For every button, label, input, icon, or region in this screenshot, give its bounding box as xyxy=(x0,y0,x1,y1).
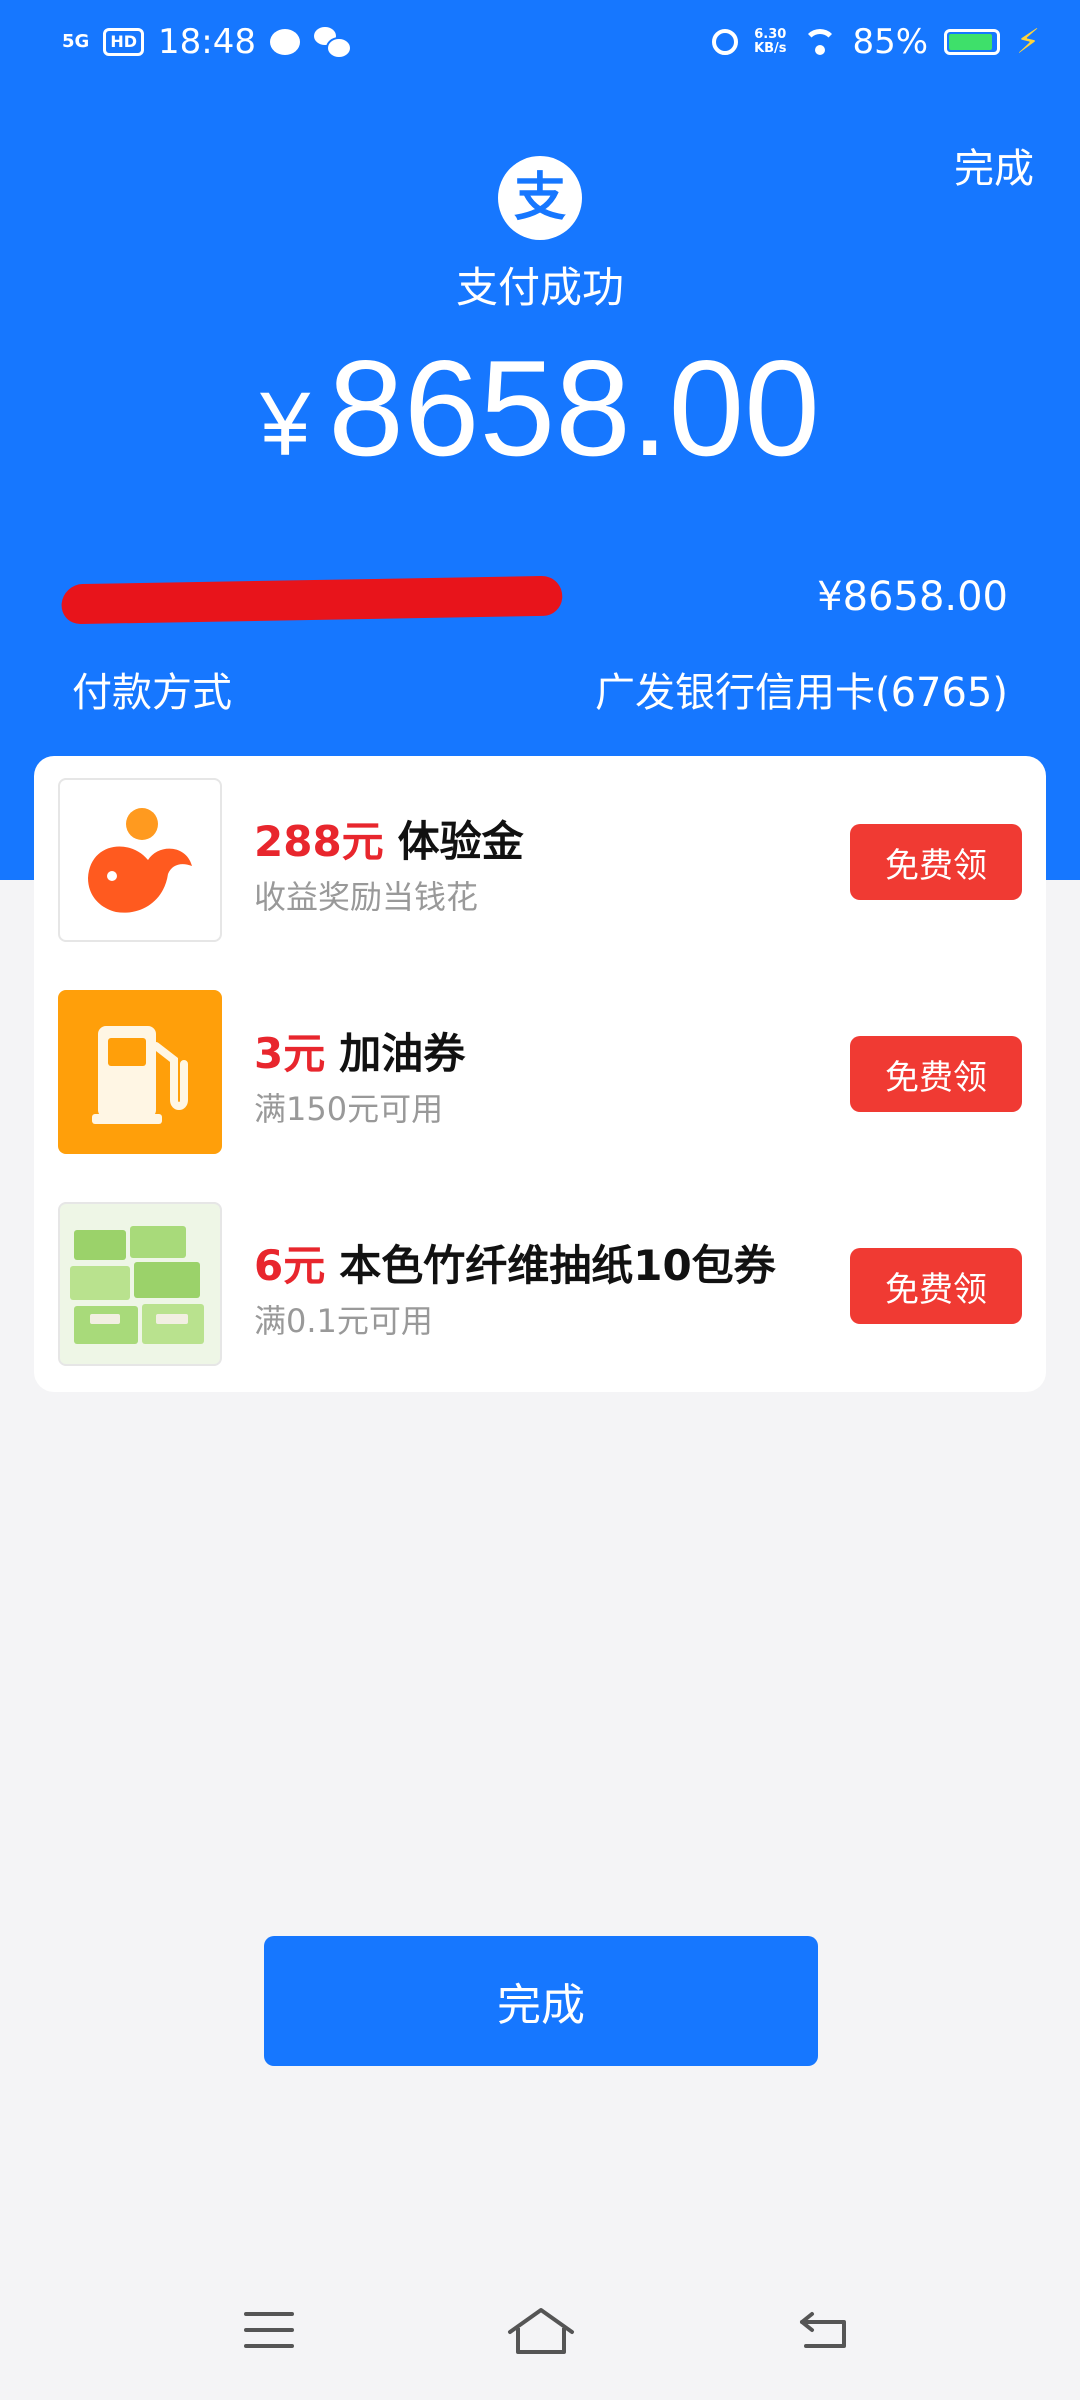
alipay-logo-char: 支 xyxy=(513,168,566,228)
paid-amount-value: 8658.00 xyxy=(328,332,820,484)
offer-name: 本色竹纤维抽纸10包券 xyxy=(339,1241,776,1290)
payment-success-page: 5G HD 18:48 6.30 KB/s 85% ⚡ 完成 支 支付成功 ¥8… xyxy=(0,0,1080,2400)
payment-method-value: 广发银行信用卡(6765) xyxy=(594,670,1008,716)
hd-icon: HD xyxy=(103,28,144,56)
offer-description: 收益奖励当钱花 xyxy=(254,878,479,916)
claim-button[interactable]: 免费领 xyxy=(850,824,1022,900)
system-nav-bar xyxy=(0,2260,1080,2400)
menu-icon[interactable] xyxy=(244,2312,294,2348)
charging-icon: ⚡ xyxy=(1016,22,1040,62)
alarm-icon xyxy=(712,29,739,55)
wechat-icon xyxy=(313,27,352,59)
offer-item[interactable]: 288元 体验金 收益奖励当钱花 免费领 xyxy=(34,756,1046,968)
offer-title: 3元 加油券 xyxy=(254,1020,465,1081)
order-amount-row: ¥8658.00 xyxy=(59,574,1008,634)
offer-price: 3元 xyxy=(254,1029,326,1078)
offer-title: 288元 体验金 xyxy=(254,808,524,869)
redacted-merchant-name xyxy=(59,575,565,625)
offer-description: 满150元可用 xyxy=(254,1090,444,1128)
payment-method-row: 付款方式 广发银行信用卡(6765) xyxy=(72,660,1008,720)
offer-price: 288元 xyxy=(254,817,384,866)
order-amount-value: ¥8658.00 xyxy=(817,574,1008,620)
payment-method-label: 付款方式 xyxy=(72,670,232,716)
offer-title: 6元 本色竹纤维抽纸10包券 xyxy=(254,1232,776,1293)
offer-item[interactable]: 6元 本色竹纤维抽纸10包券 满0.1元可用 免费领 xyxy=(34,1180,1046,1392)
offers-card: 288元体验金 收益奖励当钱花 免费领 3元加油券 满150元可用 免费领 xyxy=(34,756,1046,1392)
wifi-icon xyxy=(802,29,837,55)
battery-icon xyxy=(944,29,1001,55)
claim-button[interactable]: 免费领 xyxy=(850,1248,1022,1324)
network-speed: 6.30 KB/s xyxy=(754,28,786,56)
offer-item[interactable]: 3元 加油券 满150元可用 免费领 xyxy=(34,968,1046,1180)
clock-time: 18:48 xyxy=(157,22,256,62)
offer-name: 加油券 xyxy=(339,1029,466,1078)
done-button[interactable]: 完成 xyxy=(264,1936,818,2066)
status-bar: 5G HD 18:48 6.30 KB/s 85% ⚡ xyxy=(0,0,1080,86)
claim-button[interactable]: 免费领 xyxy=(850,1036,1022,1112)
tissue-pack-icon xyxy=(58,1202,222,1366)
message-icon xyxy=(269,29,300,55)
paid-amount: ¥8658.00 xyxy=(0,338,1080,495)
offer-description: 满0.1元可用 xyxy=(254,1302,433,1340)
battery-percent: 85% xyxy=(852,22,929,62)
payment-success-title: 支付成功 xyxy=(455,263,624,312)
network-speed-unit: KB/s xyxy=(754,41,787,56)
cellular-signal-icon: 5G xyxy=(62,31,90,52)
network-speed-value: 6.30 xyxy=(754,27,787,42)
back-icon[interactable] xyxy=(796,2306,852,2352)
alipay-logo-icon: 支 xyxy=(498,156,582,240)
fuel-pump-icon xyxy=(58,990,222,1154)
home-icon[interactable] xyxy=(506,2306,576,2356)
offer-price: 6元 xyxy=(254,1241,326,1290)
offer-name: 体验金 xyxy=(397,817,524,866)
orange-whale-icon xyxy=(58,778,222,942)
currency-symbol: ¥ xyxy=(260,375,311,475)
top-done-button[interactable]: 完成 xyxy=(954,136,1034,194)
